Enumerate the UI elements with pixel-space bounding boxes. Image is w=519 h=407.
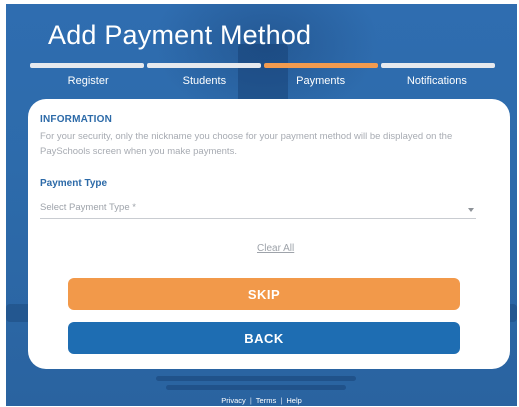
step-notifications[interactable]: Notifications bbox=[379, 75, 495, 87]
step-payments[interactable]: Payments bbox=[263, 75, 379, 87]
footer-separator: | bbox=[249, 396, 252, 405]
background-shape bbox=[156, 376, 356, 381]
chevron-down-icon bbox=[468, 208, 474, 212]
app-window: Add Payment Method Register Students Pay… bbox=[6, 4, 517, 406]
payment-type-label: Payment Type bbox=[40, 178, 108, 189]
payment-type-placeholder: Select Payment Type * bbox=[40, 202, 136, 213]
clear-all-link[interactable]: Clear All bbox=[257, 243, 294, 254]
progress-segment bbox=[147, 63, 261, 68]
progress-bar bbox=[30, 63, 495, 68]
information-text: For your security, only the nickname you… bbox=[40, 131, 453, 157]
privacy-link[interactable]: Privacy bbox=[221, 396, 246, 405]
payment-type-select[interactable]: Select Payment Type * bbox=[40, 200, 476, 219]
back-button[interactable]: BACK bbox=[68, 322, 460, 354]
background-shape bbox=[238, 44, 288, 104]
progress-segment bbox=[381, 63, 495, 68]
progress-segment bbox=[30, 63, 144, 68]
step-tabs: Register Students Payments Notifications bbox=[30, 75, 495, 87]
page-title: Add Payment Method bbox=[48, 20, 312, 50]
terms-link[interactable]: Terms bbox=[256, 396, 276, 405]
progress-segment-active bbox=[264, 63, 378, 68]
information-heading: INFORMATION bbox=[40, 114, 113, 125]
background-shape bbox=[166, 385, 346, 390]
footer-separator: | bbox=[280, 396, 283, 405]
footer-links: Privacy | Terms | Help bbox=[6, 396, 517, 405]
step-students[interactable]: Students bbox=[146, 75, 262, 87]
skip-button[interactable]: SKIP bbox=[68, 278, 460, 310]
help-link[interactable]: Help bbox=[286, 396, 301, 405]
step-register[interactable]: Register bbox=[30, 75, 146, 87]
